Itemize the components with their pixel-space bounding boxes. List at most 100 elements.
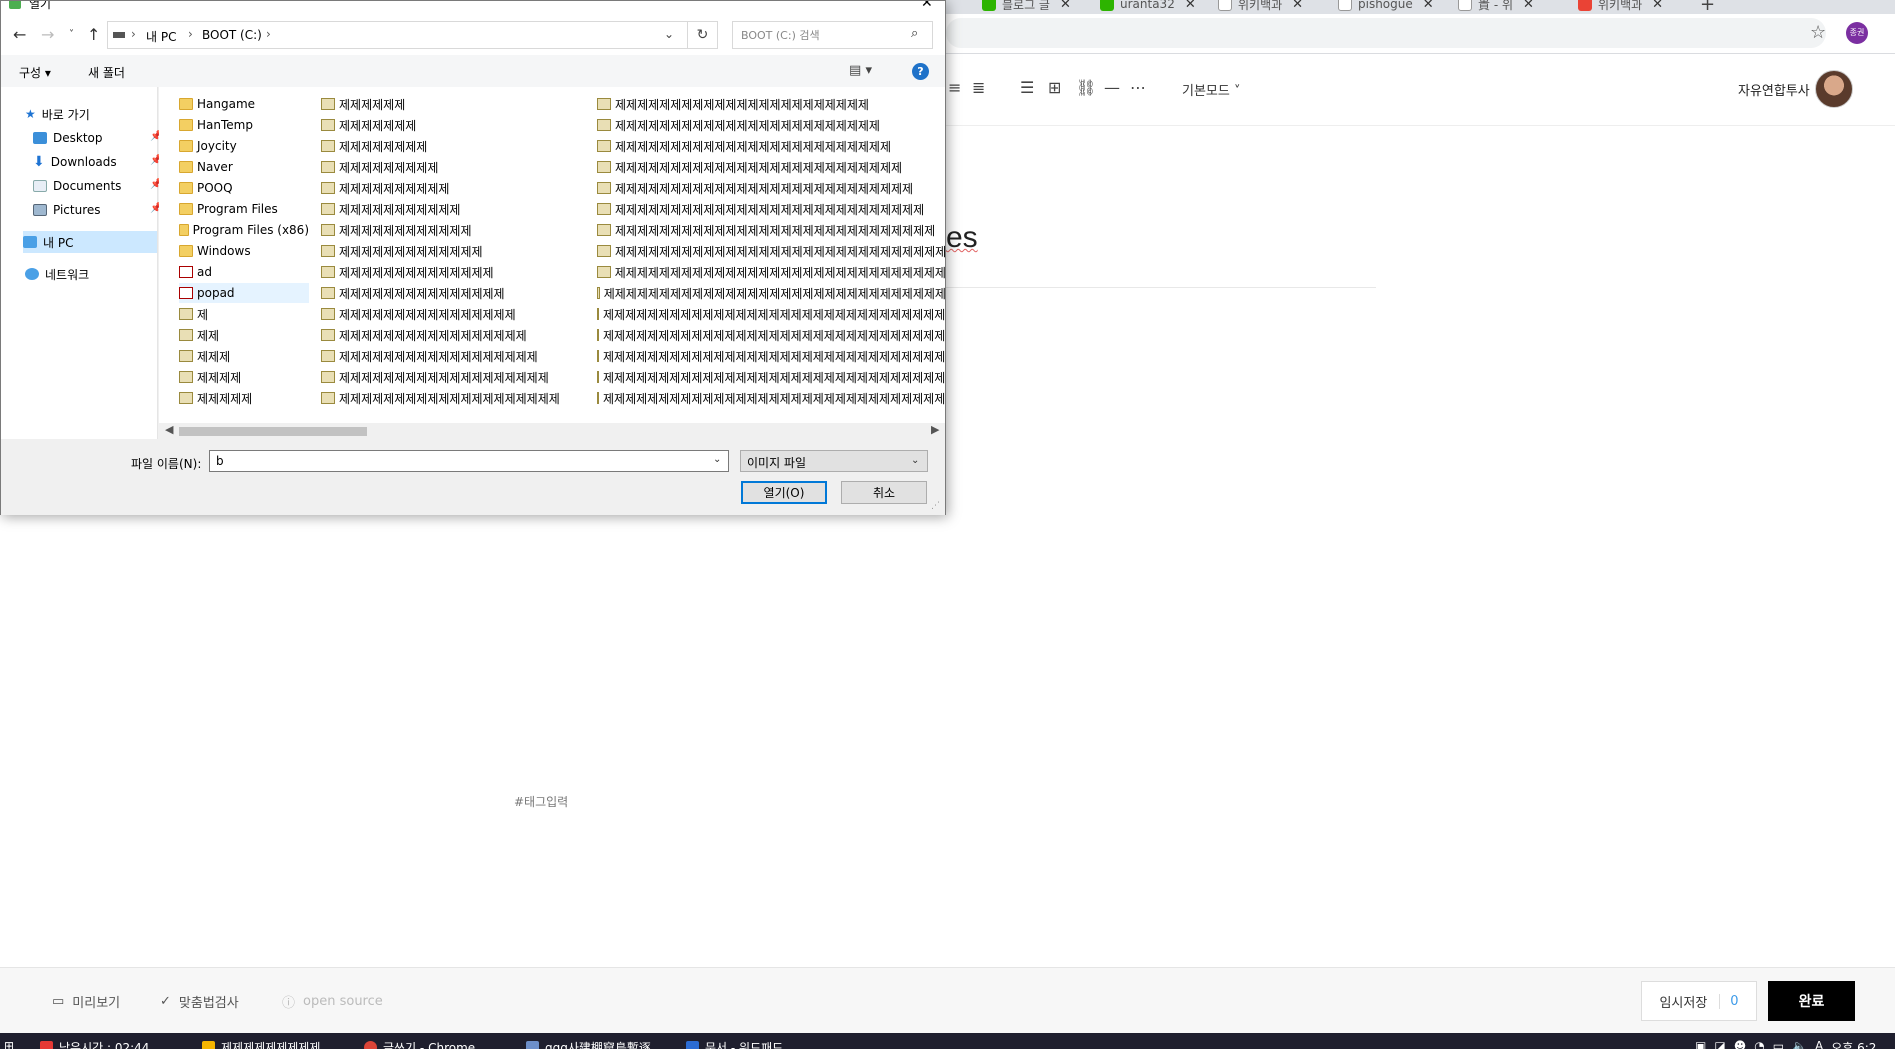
- folder-item[interactable]: Hangame: [179, 94, 309, 114]
- file-item[interactable]: 제제제제제제제제제: [321, 157, 581, 177]
- file-item[interactable]: 제제제제제제제제: [321, 136, 581, 156]
- file-item[interactable]: 제제제제제제제제제제제제제제제제제제제제제제제제제제제제제제제제제제제제: [597, 367, 945, 387]
- more-options-icon[interactable]: ⋯: [1130, 78, 1146, 97]
- close-tab-icon[interactable]: ✕: [1292, 0, 1303, 12]
- close-icon[interactable]: ✕: [921, 1, 933, 11]
- folder-item[interactable]: Joycity: [179, 136, 309, 156]
- taskbar-item[interactable]: qqq사建棚窟島暫逐: [526, 1039, 651, 1049]
- avatar[interactable]: [1815, 70, 1853, 108]
- close-tab-icon[interactable]: ✕: [1185, 0, 1196, 12]
- start-icon[interactable]: ⊞: [4, 1039, 14, 1049]
- scroll-left-icon[interactable]: ◀: [165, 423, 173, 436]
- file-item[interactable]: 제제제제제제제제제제제제제제제제제: [321, 325, 581, 345]
- chevron-down-icon[interactable]: ⌄: [664, 27, 674, 41]
- breadcrumb-boot-drive[interactable]: BOOT (C:): [202, 28, 262, 42]
- nav-item-documents[interactable]: Documents 📌: [33, 175, 165, 197]
- address-bar[interactable]: [946, 18, 1826, 48]
- up-arrow-icon[interactable]: ↑: [87, 25, 100, 44]
- filename-input[interactable]: [214, 453, 694, 469]
- folder-item[interactable]: Program Files (x86): [179, 220, 309, 240]
- tag-input[interactable]: #태그입력: [514, 793, 568, 810]
- chevron-down-icon[interactable]: ⌄: [713, 454, 721, 465]
- file-item[interactable]: 제제제제제제제제제제제제제제: [321, 262, 581, 282]
- file-item[interactable]: 제제제제제제제제제제제제제제제제제제제제제제제제제제제제제제제제제제제제제: [597, 388, 945, 408]
- publish-button[interactable]: 완료: [1768, 981, 1855, 1021]
- spellcheck-button[interactable]: ✓ 맞춤법검사: [160, 992, 239, 1011]
- file-item[interactable]: 제제제제제제제제제제제제제제제제제제제제: [321, 388, 581, 408]
- file-item[interactable]: 제제제제제제제제제제제제제제제제제제제제제제제제제제제제제제제제제제: [597, 325, 945, 345]
- file-item[interactable]: 제제제제제제제제제제제제제제제제: [321, 304, 581, 324]
- file-item[interactable]: 제제제제제제제제제제제제제: [321, 241, 581, 261]
- file-item[interactable]: 제제제제제제제제제제제제제제제제제제제: [321, 367, 581, 387]
- bullet-list-icon[interactable]: ☰: [1020, 78, 1034, 97]
- file-item[interactable]: 제제제제제제제제제제제제제제제: [321, 283, 581, 303]
- clock[interactable]: 오후 6:2: [1831, 1039, 1876, 1049]
- file-item[interactable]: 제제제제제제제제제제제제제제제제제제제제제제제제제제: [597, 157, 945, 177]
- bookmark-star-icon[interactable]: ☆: [1810, 22, 1826, 43]
- forward-arrow-icon[interactable]: →: [41, 25, 54, 44]
- scroll-right-icon[interactable]: ▶: [931, 423, 939, 436]
- file-item[interactable]: ad: [179, 262, 309, 282]
- align-justify-icon[interactable]: ≣: [972, 78, 985, 97]
- file-item[interactable]: 제제제제제제제제제제제제제제제제제제제제제제제제제제제: [597, 178, 945, 198]
- taskbar-item[interactable]: 글쓰기 - Chrome: [364, 1039, 475, 1049]
- tray-app-icon[interactable]: ◪: [1714, 1039, 1725, 1049]
- profile-avatar[interactable]: 종권: [1846, 22, 1868, 44]
- close-tab-icon[interactable]: ✕: [1060, 0, 1071, 12]
- breadcrumb[interactable]: › 내 PC › BOOT (C:) › ⌄: [107, 21, 688, 49]
- link-icon[interactable]: ⛓: [1076, 78, 1096, 97]
- file-item[interactable]: 제제제제제제제제제제제제제제제제제제제제제제제제제제제제제제: [597, 241, 945, 261]
- nav-item-desktop[interactable]: Desktop 📌: [33, 127, 165, 149]
- nav-item-network[interactable]: 네트워크: [25, 263, 157, 285]
- folder-item[interactable]: Naver: [179, 157, 309, 177]
- browser-tab[interactable]: 위키백과 ✕: [1578, 0, 1663, 14]
- browser-tab[interactable]: uranta32 ✕: [1100, 0, 1196, 14]
- file-item[interactable]: 제제제제제제제제제제제제제제제제제제제제제제제제제제제제제제제제제제제: [597, 346, 945, 366]
- folder-item[interactable]: POOQ: [179, 178, 309, 198]
- folder-item[interactable]: Program Files: [179, 199, 309, 219]
- table-icon[interactable]: ⊞: [1048, 78, 1061, 97]
- file-item[interactable]: 제제제제: [179, 367, 309, 387]
- nav-quick-access[interactable]: ★ 바로 가기: [25, 103, 157, 125]
- post-title-fragment[interactable]: es: [946, 221, 978, 255]
- volume-icon[interactable]: 🔈: [1792, 1039, 1807, 1049]
- align-right-icon[interactable]: ≡: [948, 78, 961, 97]
- preview-button[interactable]: ▭ 미리보기: [52, 992, 120, 1011]
- ime-indicator[interactable]: A: [1815, 1039, 1823, 1049]
- file-item[interactable]: 제제제: [179, 346, 309, 366]
- tray-app-icon[interactable]: ▣: [1695, 1039, 1706, 1049]
- taskbar-item[interactable]: 남은시간 : 02:44: [40, 1039, 149, 1049]
- file-item[interactable]: 제제제제제제제제제제제제제제제제제제제제제제제제제제제제: [597, 199, 945, 219]
- browser-tab[interactable]: pishogue ✕: [1338, 0, 1434, 14]
- file-item[interactable]: 제제제제제제제제제제제: [321, 199, 581, 219]
- taskbar-item[interactable]: 제제제제제제제제제: [202, 1039, 320, 1049]
- close-tab-icon[interactable]: ✕: [1652, 0, 1663, 12]
- file-item[interactable]: 제제제제제제제: [321, 115, 581, 135]
- resize-grip-icon[interactable]: ⋰: [931, 501, 940, 511]
- nav-item-downloads[interactable]: ⬇ Downloads 📌: [33, 151, 165, 173]
- folder-item[interactable]: Windows: [179, 241, 309, 261]
- file-item[interactable]: 제: [179, 304, 309, 324]
- mode-dropdown[interactable]: 기본모드 ˅: [1182, 80, 1240, 99]
- taskbar-item[interactable]: 문서 - 워드패드: [686, 1039, 783, 1049]
- filetype-select[interactable]: 이미지 파일 ⌄: [740, 450, 928, 472]
- file-item[interactable]: popad: [179, 283, 309, 303]
- nav-item-this-pc[interactable]: 내 PC: [23, 231, 157, 253]
- breadcrumb-this-pc[interactable]: 내 PC: [146, 28, 176, 45]
- tray-app-icon[interactable]: ☻: [1734, 1039, 1747, 1049]
- file-item[interactable]: 제제제제제제제제제제제제: [321, 220, 581, 240]
- tray-network-icon[interactable]: ▭: [1773, 1039, 1784, 1049]
- file-item[interactable]: 제제제제제제제제제제제제제제제제제제제제제제제제제제제제제제제제제: [597, 304, 945, 324]
- file-item[interactable]: 제제: [179, 325, 309, 345]
- file-item[interactable]: 제제제제제제제제제제: [321, 178, 581, 198]
- browser-tab[interactable]: 위키백과 ✕: [1218, 0, 1303, 14]
- search-icon[interactable]: ⌕: [911, 26, 918, 41]
- close-tab-icon[interactable]: ✕: [1523, 0, 1534, 12]
- save-draft-button[interactable]: 임시저장 0: [1641, 981, 1757, 1021]
- tray-app-icon[interactable]: ◔: [1754, 1039, 1764, 1049]
- search-input[interactable]: [739, 26, 899, 44]
- scrollbar-thumb[interactable]: [179, 427, 367, 436]
- file-item[interactable]: 제제제제제제제제제제제제제제제제제제제제제제제제제제제제제제제제: [597, 283, 945, 303]
- new-tab-icon[interactable]: +: [1700, 0, 1715, 14]
- organize-menu[interactable]: 구성 ▾: [19, 64, 51, 81]
